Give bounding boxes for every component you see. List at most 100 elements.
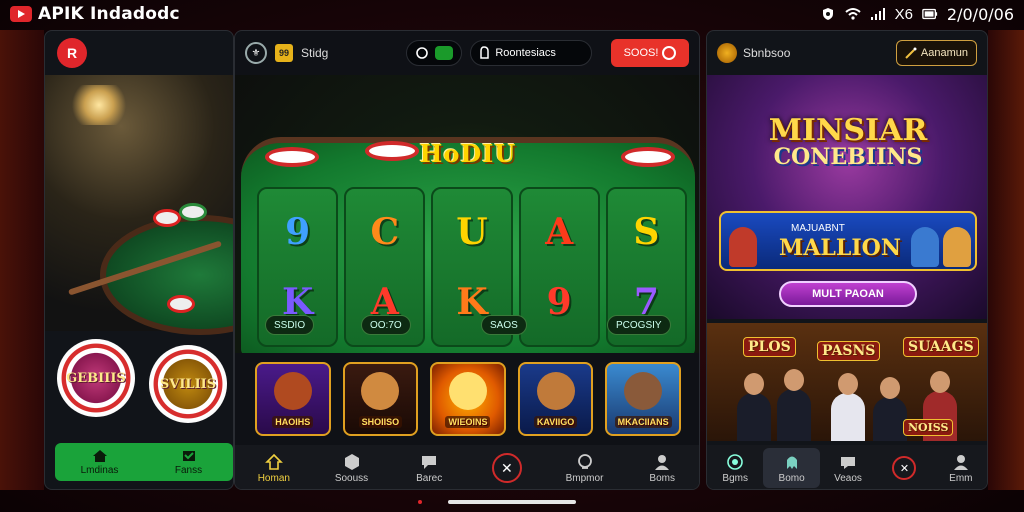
card-big-text: MALLION [779,235,901,261]
header-label: Stidg [301,46,329,60]
close-icon: ✕ [491,453,522,483]
status-extra: X6 [894,5,913,23]
box-icon [344,453,359,470]
banner-logo: MINSIAR CONEBIINS [707,113,987,170]
nav-item-close[interactable]: ✕ [876,456,932,480]
nav-item-bomo[interactable]: Bomo [763,448,820,488]
banner-line-2: CONEBIINS [773,144,923,170]
refresh-icon [416,47,429,59]
person-icon [953,454,968,470]
lamp-light [69,85,129,125]
card-small-text: MAJUABNT [791,223,845,234]
left-panel-header: R [45,31,233,75]
nav-label: Emm [949,472,973,484]
jackpot-card: MAJUABNT MALLION [719,211,977,271]
game-title: HAOIHS [272,416,314,428]
casino-chip-2[interactable]: SVILIIS [149,345,227,423]
game-tile-1[interactable]: HAOIHS [255,362,331,436]
game-title: MKACIIANS [614,416,672,428]
game-tile-3[interactable]: WIEOINS [430,362,506,436]
game-tiles: HAOIHS SHOIISO WIEOINS KAVIIGO MKACIIANS [235,353,699,445]
search-pill[interactable]: Roontesiacs [470,40,593,66]
nav-item-home[interactable]: Homan [235,453,313,484]
jackpot-banner[interactable]: MINSIAR CONEBIINS MAJUABNT MALLION MULT … [707,75,987,319]
nav-label: Bomo [778,472,805,484]
nav-label: Lmdinas [80,464,119,476]
wand-icon [905,47,917,59]
nav-item-soouss[interactable]: Soouss [313,453,391,484]
reel-symbol: K [456,281,488,323]
nav-label: Barec [416,472,443,484]
wifi-icon [844,6,861,22]
reel-label: SAOS [481,315,527,335]
game-tile-4[interactable]: KAVIIGO [517,362,594,436]
person-figure [831,373,865,441]
nav-item-veaos[interactable]: Veaos [820,453,876,484]
red-action-button[interactable]: SOOS! [611,39,689,67]
cta-button[interactable]: MULT PAOAN [779,281,917,307]
chat-icon [422,455,437,469]
header-label: Sbnbsoo [743,46,791,60]
host-figure [911,227,939,267]
ghost-icon [841,456,856,469]
promo-tag: NOISS [903,419,954,436]
toggle-indicator [435,46,454,60]
reel-symbol: C [370,211,400,253]
app-title: APIK Indadodc [38,4,180,24]
dog-icon [536,372,575,410]
nav-label: Bgms [722,472,748,484]
coin-icon [717,43,737,63]
middle-panel: ⚜ 99 Stidg Roontesiacs SOOS! HoDIU 9 K C A U… [234,30,700,490]
status-time: 2/0/0/06 [946,4,1014,24]
nav-item-home[interactable]: Lmdinas [55,443,144,481]
status-bar: APIK Indadodc X6 2/0/0/06 [0,0,1024,28]
player-icon [624,372,663,410]
cards-icon [182,450,195,461]
banner-line-1: MINSIAR [768,113,928,148]
wand-button-label: Aanamun [920,47,968,59]
game-title: SHOIISO [358,416,403,428]
alien-icon [786,456,797,469]
person-figure [737,373,771,441]
right-backdrop [988,30,1024,490]
nav-item-support[interactable]: Bmpmor [546,453,624,484]
game-tile-5[interactable]: MKACIIANS [605,362,681,436]
promo-banner[interactable]: PLOS PASNS SUAAGS NOISS [707,323,987,441]
ring-icon [662,46,677,60]
nav-item-bgms[interactable]: Bgms [707,453,763,484]
promo-tag: SUAAGS [903,337,979,357]
sun-icon [448,372,487,410]
promo-tag: PLOS [743,337,796,357]
billiards-artwork [45,75,233,335]
host-figure [729,227,757,267]
badge: 99 [275,44,293,62]
slot-reel: A9 [518,187,600,347]
game-title: KAVIIGO [533,416,578,428]
fox-icon [361,372,400,410]
toggle-pill[interactable] [406,40,463,66]
casino-chip-1[interactable]: GEBIIIS [57,339,135,417]
nav-item-emm[interactable]: Emm [933,453,987,484]
home-icon [92,449,107,462]
brand-icon[interactable]: R [57,38,87,68]
nav-item-fans[interactable]: Fanss [144,443,233,481]
nav-item-close[interactable]: ✕ [468,453,546,483]
chip-stack [153,209,181,227]
game-tile-2[interactable]: SHOIISO [342,362,419,436]
nav-item-barec[interactable]: Barec [390,453,468,484]
chip-label: GEBIIIS [66,370,126,386]
right-panel: Sbnbsoo Aanamun MINSIAR CONEBIINS MAJUAB… [706,30,988,490]
reel-symbol: 9 [285,211,311,253]
wand-button[interactable]: Aanamun [895,40,977,66]
slot-title: HoDIU [419,139,517,168]
person-figure [873,377,907,441]
home-indicator[interactable] [448,500,576,504]
person-figure [777,369,811,441]
home-icon [264,453,283,470]
crest-icon[interactable]: ⚜ [245,42,267,64]
slot-stage: HoDIU 9KCAUKA9S7 SSDIO OO:7O SAOS PCOGSI… [235,75,699,357]
nav-item-boms[interactable]: Boms [623,453,699,484]
reel-label: OO:7O [361,315,411,335]
reel-label: SSDIO [265,315,315,335]
right-panel-header: Sbnbsoo Aanamun [707,31,987,75]
